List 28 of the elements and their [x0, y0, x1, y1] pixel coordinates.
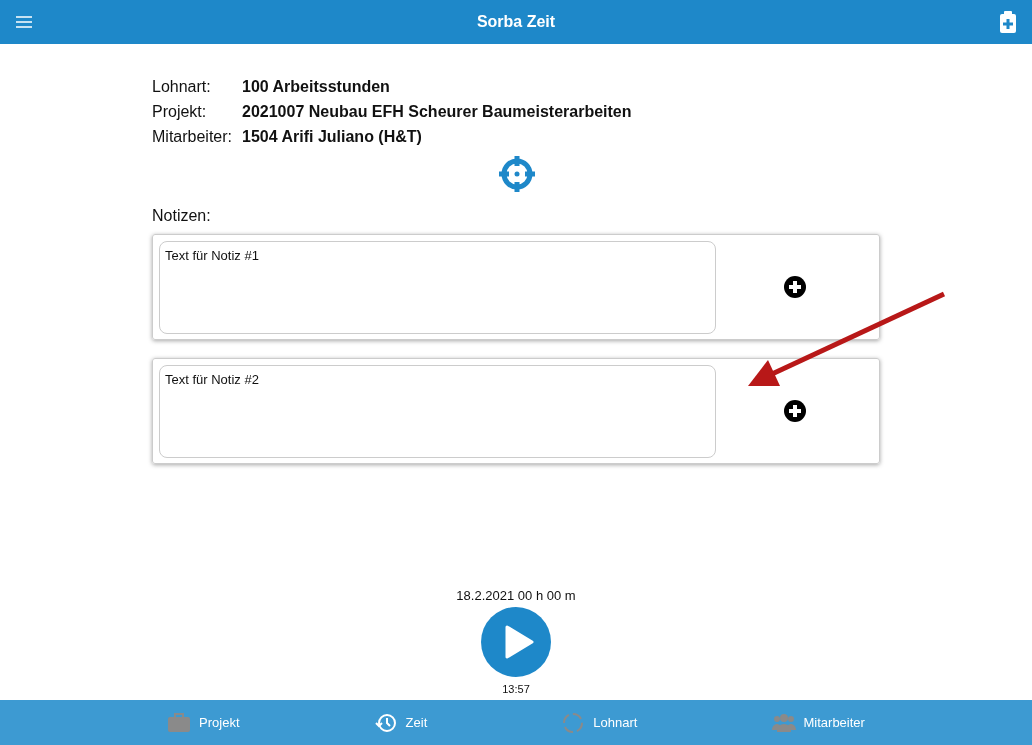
detail-label: Projekt: — [152, 102, 208, 121]
clock-icon — [373, 711, 398, 734]
crosshair-icon[interactable] — [498, 155, 536, 193]
note-field[interactable]: Text für Notiz #1 — [159, 240, 716, 334]
menu-button[interactable] — [16, 16, 32, 28]
tab[interactable]: Projekt — [161, 700, 246, 745]
add-icon[interactable] — [783, 276, 806, 298]
detail-value: 1504 Arifi Juliano (H&T) — [242, 127, 422, 146]
tab[interactable]: Lohnart — [555, 700, 644, 745]
add-icon[interactable] — [783, 400, 806, 422]
clock-time: 13:57 — [502, 683, 530, 695]
detail-value: 100 Arbeitsstunden — [242, 77, 390, 96]
tab[interactable]: Zeit — [367, 700, 434, 745]
note-field[interactable]: Text für Notiz #2 — [159, 364, 716, 458]
clipboard-plus-icon — [1000, 11, 1016, 33]
play-icon — [504, 625, 534, 659]
briefcase-icon — [167, 711, 192, 734]
detail-value: 2021007 Neubau EFH Scheurer Baumeisterarbeiten — [242, 102, 632, 121]
tab[interactable]: Mitarbeiter — [765, 700, 871, 745]
people-icon — [771, 711, 796, 734]
timer-date: 18.2.2021 00 h 00 m — [456, 588, 576, 603]
clipboard-button[interactable] — [1000, 11, 1016, 33]
app-title: Sorba Zeit — [476, 13, 556, 31]
refresh-icon — [561, 711, 586, 734]
detail-label: Mitarbeiter: — [152, 127, 234, 146]
notes-label: Notizen: — [152, 207, 212, 225]
detail-label: Lohnart: — [152, 77, 212, 96]
menu-icon — [16, 16, 32, 28]
